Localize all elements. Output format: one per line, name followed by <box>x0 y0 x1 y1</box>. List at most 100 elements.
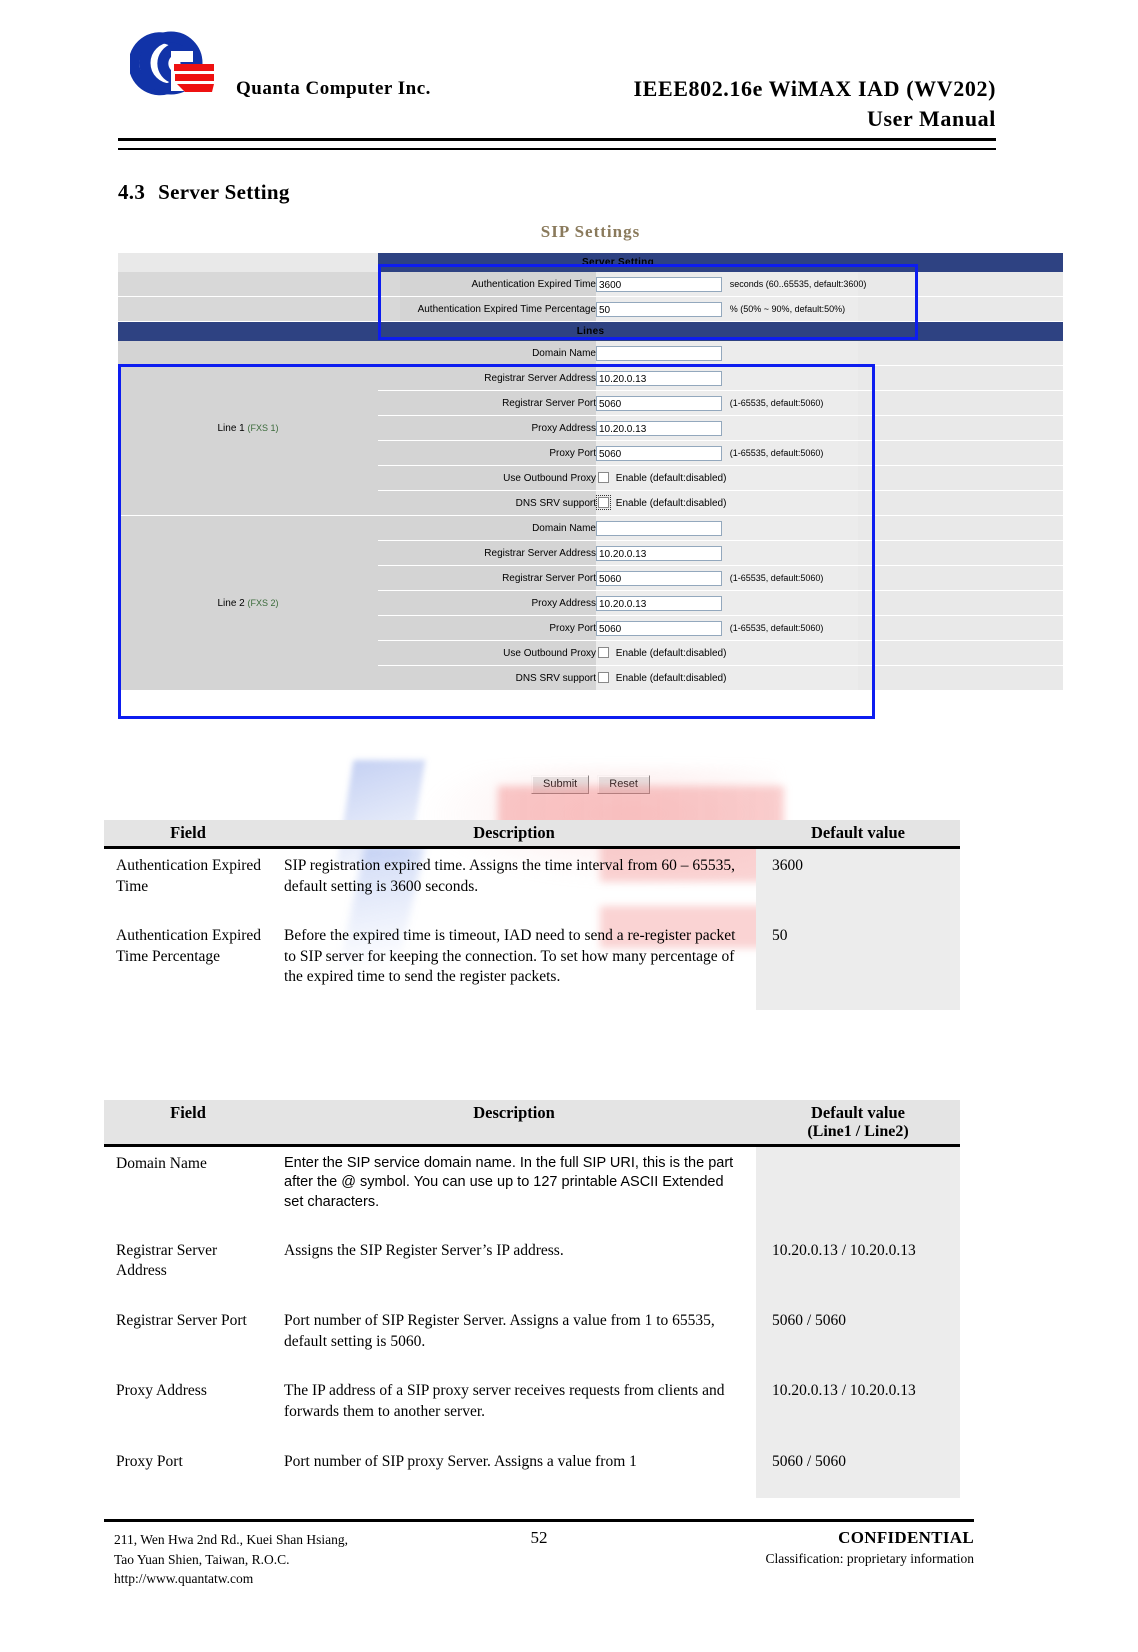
table-row: Registrar Server Port Port number of SIP… <box>104 1304 960 1375</box>
line2-proxy-port-input[interactable]: 5060 <box>596 620 722 636</box>
classification-text: Classification: proprietary information <box>765 1551 974 1566</box>
field-description-table-1: Field Description Default value Authenti… <box>104 820 960 1011</box>
lines-bar: Lines <box>118 321 1064 341</box>
document-header: Quanta Computer Inc. IEEE802.16e WiMAX I… <box>118 18 996 138</box>
line1-dns-srv-label: DNS SRV support <box>400 490 596 516</box>
spacer-cell <box>378 540 400 566</box>
spacer-cell <box>858 565 1064 591</box>
table-row: Registrar Server Address Assigns the SIP… <box>104 1233 960 1305</box>
spacer-cell <box>858 665 1064 691</box>
line1-outbound-proxy-hint: Enable (default:disabled) <box>615 473 727 484</box>
line2-registrar-port-cell: 5060 (1-65535, default:5060) <box>596 565 859 591</box>
line2-domain-name-input[interactable] <box>596 520 722 536</box>
line2-name: Line 2 <box>217 597 245 609</box>
table2-row3-description: The IP address of a SIP proxy server rec… <box>284 1382 725 1420</box>
lines-bar-row: Lines <box>118 321 1064 341</box>
line2-proxy-port-label: Proxy Port <box>400 615 596 641</box>
server-setting-bar-tail <box>858 253 1064 272</box>
auth-expired-pct-label: Authentication Expired Time Percentage <box>400 296 596 322</box>
document-page: Quanta Computer Inc. IEEE802.16e WiMAX I… <box>0 0 1138 1652</box>
table1-row0-field: Authentication Expired Time <box>116 857 262 895</box>
section-title-text: Server Setting <box>158 180 290 204</box>
line1-proxy-port-label: Proxy Port <box>400 440 596 466</box>
line2-registrar-address-input[interactable]: 10.20.0.13 <box>596 545 722 561</box>
table-row: Proxy Address The IP address of a SIP pr… <box>104 1374 960 1445</box>
reset-button[interactable]: Reset <box>597 775 650 794</box>
line1-registrar-address-input[interactable]: 10.20.0.13 <box>596 370 722 386</box>
line1-dns-srv-hint: Enable (default:disabled) <box>615 498 727 509</box>
table2-row1-field: Registrar Server Address <box>116 1241 218 1280</box>
line1-domain-name-input[interactable] <box>596 345 722 361</box>
server-setting-bar-row: Server Setting <box>118 253 1064 272</box>
line1-label-cell: Line 1 (FXS 1) <box>118 341 378 516</box>
table1-row0-description: SIP registration expired time. Assigns t… <box>284 857 736 895</box>
line1-dns-srv-cell: Enable (default:disabled) <box>596 490 859 516</box>
table2-row1-description: Assigns the SIP Register Server’s IP add… <box>284 1241 564 1259</box>
line1-dns-srv-checkbox[interactable] <box>596 495 611 510</box>
line1-proxy-address-input[interactable]: 10.20.0.13 <box>596 420 722 436</box>
spacer-cell <box>378 515 400 541</box>
spacer-cell <box>378 465 400 491</box>
line1-registrar-port-label: Registrar Server Port <box>400 390 596 416</box>
table2-body: Domain Name Enter the SIP service domain… <box>104 1145 960 1498</box>
line1-domain-name-cell <box>596 341 859 366</box>
line1-fxs: (FXS 1) <box>247 422 279 433</box>
confidential-label: CONFIDENTIAL <box>838 1528 974 1547</box>
line1-proxy-address-label: Proxy Address <box>400 415 596 441</box>
table2-header-default-main: Default value <box>811 1103 905 1122</box>
spacer-cell <box>378 390 400 416</box>
spacer-cell <box>858 296 1064 322</box>
line2-proxy-address-input[interactable]: 10.20.0.13 <box>596 595 722 611</box>
line2-proxy-port-hint: (1-65535, default:5060) <box>729 623 824 633</box>
line2-dns-srv-checkbox[interactable] <box>598 672 609 683</box>
line2-dns-srv-label: DNS SRV support <box>400 665 596 691</box>
table2-row2-default: 5060 / 5060 <box>756 1304 960 1375</box>
table1-header-default: Default value <box>756 820 960 849</box>
line1-outbound-proxy-label: Use Outbound Proxy <box>400 465 596 491</box>
line2-registrar-port-input[interactable]: 5060 <box>596 570 722 586</box>
auth-expired-time-input[interactable]: 3600 <box>596 276 722 292</box>
line2-outbound-proxy-checkbox[interactable] <box>598 647 609 658</box>
section-number: 4.3 <box>118 180 146 204</box>
document-footer: 211, Wen Hwa 2nd Rd., Kuei Shan Hsiang, … <box>104 1526 974 1626</box>
spacer-cell <box>858 365 1064 391</box>
footer-website: http://www.quantatw.com <box>114 1571 254 1587</box>
auth-expired-time-row: Authentication Expired Time 3600 seconds… <box>118 272 1064 297</box>
table1-header-field: Field <box>104 820 272 849</box>
auth-expired-time-hint: seconds (60..65535, default:3600) <box>729 279 867 289</box>
table2-row3-field: Proxy Address <box>116 1382 207 1400</box>
document-title-line1: IEEE802.16e WiMAX IAD (WV202) <box>633 76 996 101</box>
auth-expired-time-label: Authentication Expired Time <box>400 272 596 297</box>
sip-settings-title: SIP Settings <box>540 222 641 241</box>
table2-row3-default: 10.20.0.13 / 10.20.0.13 <box>756 1374 960 1445</box>
table2-row4-description: Port number of SIP proxy Server. Assigns… <box>284 1452 637 1470</box>
spacer-cell <box>378 590 400 616</box>
table-row: Authentication Expired Time SIP registra… <box>104 847 960 920</box>
spacer-cell <box>858 490 1064 516</box>
spacer-cell <box>378 415 400 441</box>
line1-proxy-port-input[interactable]: 5060 <box>596 445 722 461</box>
sip-settings-body: Server Setting Authentication Expired Ti… <box>118 253 1064 691</box>
auth-expired-pct-row: Authentication Expired Time Percentage 5… <box>118 296 1064 322</box>
footer-divider <box>104 1519 974 1522</box>
spacer-cell <box>858 590 1064 616</box>
table2-row1-default: 10.20.0.13 / 10.20.0.13 <box>756 1233 960 1305</box>
table2-header-default-sub: (Line1 / Line2) <box>807 1123 909 1140</box>
line1-registrar-port-input[interactable]: 5060 <box>596 395 722 411</box>
line2-registrar-port-hint: (1-65535, default:5060) <box>729 573 824 583</box>
auth-expired-pct-input[interactable]: 50 <box>596 301 722 317</box>
line2-dns-srv-cell: Enable (default:disabled) <box>596 665 859 691</box>
line2-outbound-proxy-cell: Enable (default:disabled) <box>596 640 859 666</box>
field-description-table-2: Field Description Default value (Line1 /… <box>104 1100 960 1498</box>
table2-header-field: Field <box>104 1100 272 1147</box>
line1-proxy-address-cell: 10.20.0.13 <box>596 415 859 441</box>
spacer-cell <box>858 390 1064 416</box>
spacer-cell <box>858 440 1064 466</box>
line2-domain-name-cell <box>596 515 859 541</box>
table2-row2-description: Port number of SIP Register Server. Assi… <box>284 1312 715 1350</box>
footer-address-line2: Tao Yuan Shien, Taiwan, R.O.C. <box>114 1551 290 1567</box>
submit-button[interactable]: Submit <box>531 775 590 794</box>
line1-proxy-port-hint: (1-65535, default:5060) <box>729 448 824 458</box>
spacer-cell <box>858 465 1064 491</box>
line1-outbound-proxy-checkbox[interactable] <box>598 472 609 483</box>
